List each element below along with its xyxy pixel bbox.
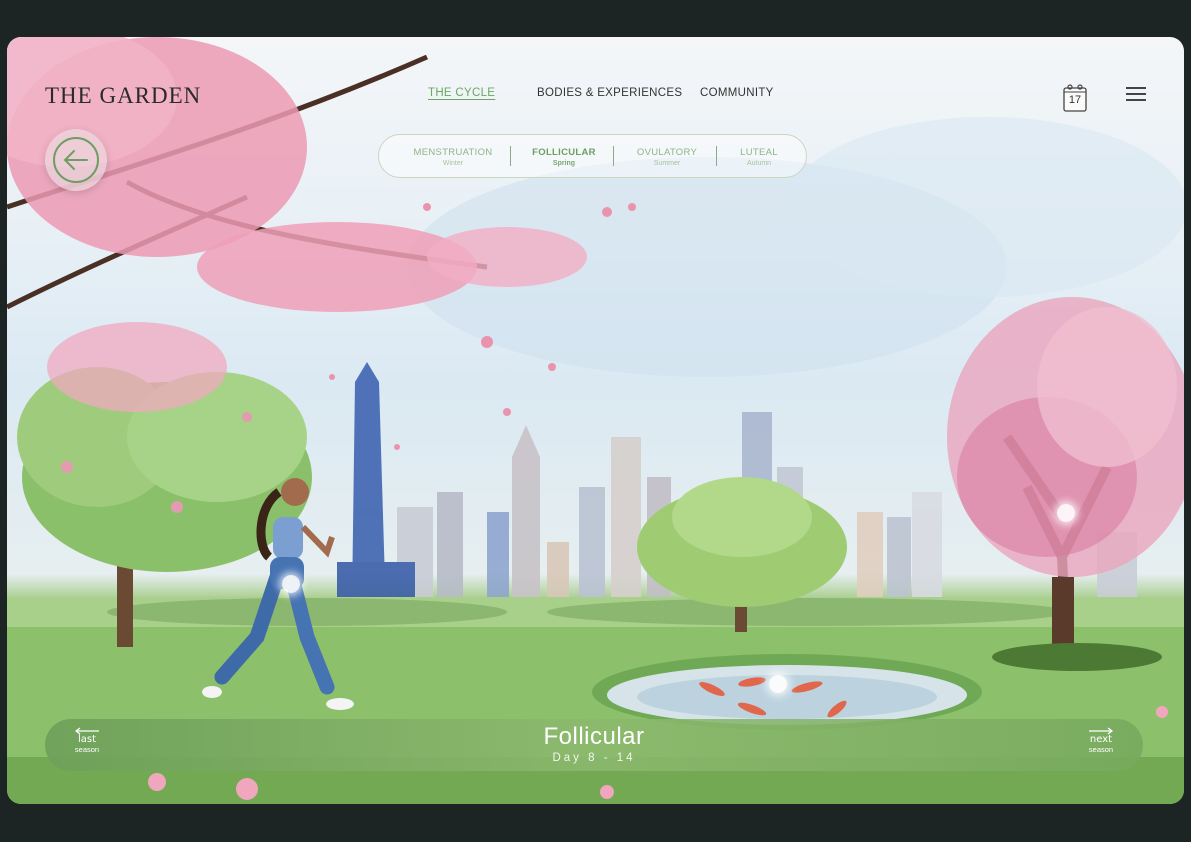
- phase-divider: [510, 146, 511, 166]
- calendar-day-number: 17: [1068, 94, 1082, 106]
- hamburger-menu-icon[interactable]: [1126, 87, 1146, 101]
- next-season-button[interactable]: next season: [1081, 727, 1121, 765]
- phase-divider: [613, 146, 614, 166]
- phase-title: Follicular: [543, 723, 645, 750]
- app-logo[interactable]: THE GARDEN: [45, 83, 201, 109]
- phase-tab-menstruation[interactable]: MENSTRUATION Winter: [389, 135, 517, 177]
- hotspot-pond[interactable]: [769, 675, 787, 693]
- phase-tab-ovulatory[interactable]: OVULATORY Summer: [617, 135, 717, 177]
- app-window: THE GARDEN THE CYCLE BODIES & EXPERIENCE…: [7, 37, 1184, 804]
- phase-divider: [716, 146, 717, 166]
- phase-day-range: Day 8 - 14: [552, 752, 636, 764]
- back-button[interactable]: [45, 129, 107, 191]
- nav-community[interactable]: COMMUNITY: [700, 87, 774, 99]
- arrow-left-icon: [53, 137, 99, 183]
- phase-tab-luteal[interactable]: LUTEAL Autumn: [719, 135, 799, 177]
- calendar-icon[interactable]: 17: [1062, 83, 1088, 113]
- season-info-bar: last season Follicular Day 8 - 14 next s…: [45, 719, 1143, 771]
- nav-the-cycle[interactable]: THE CYCLE: [428, 87, 495, 99]
- phase-tab-follicular[interactable]: FOLLICULAR Spring: [514, 135, 614, 177]
- nav-bodies-experiences[interactable]: BODIES & EXPERIENCES: [537, 87, 682, 99]
- hotspot-runner[interactable]: [282, 575, 300, 593]
- cycle-phase-selector: MENSTRUATION Winter FOLLICULAR Spring OV…: [378, 134, 807, 178]
- hotspot-cherry-tree[interactable]: [1057, 504, 1075, 522]
